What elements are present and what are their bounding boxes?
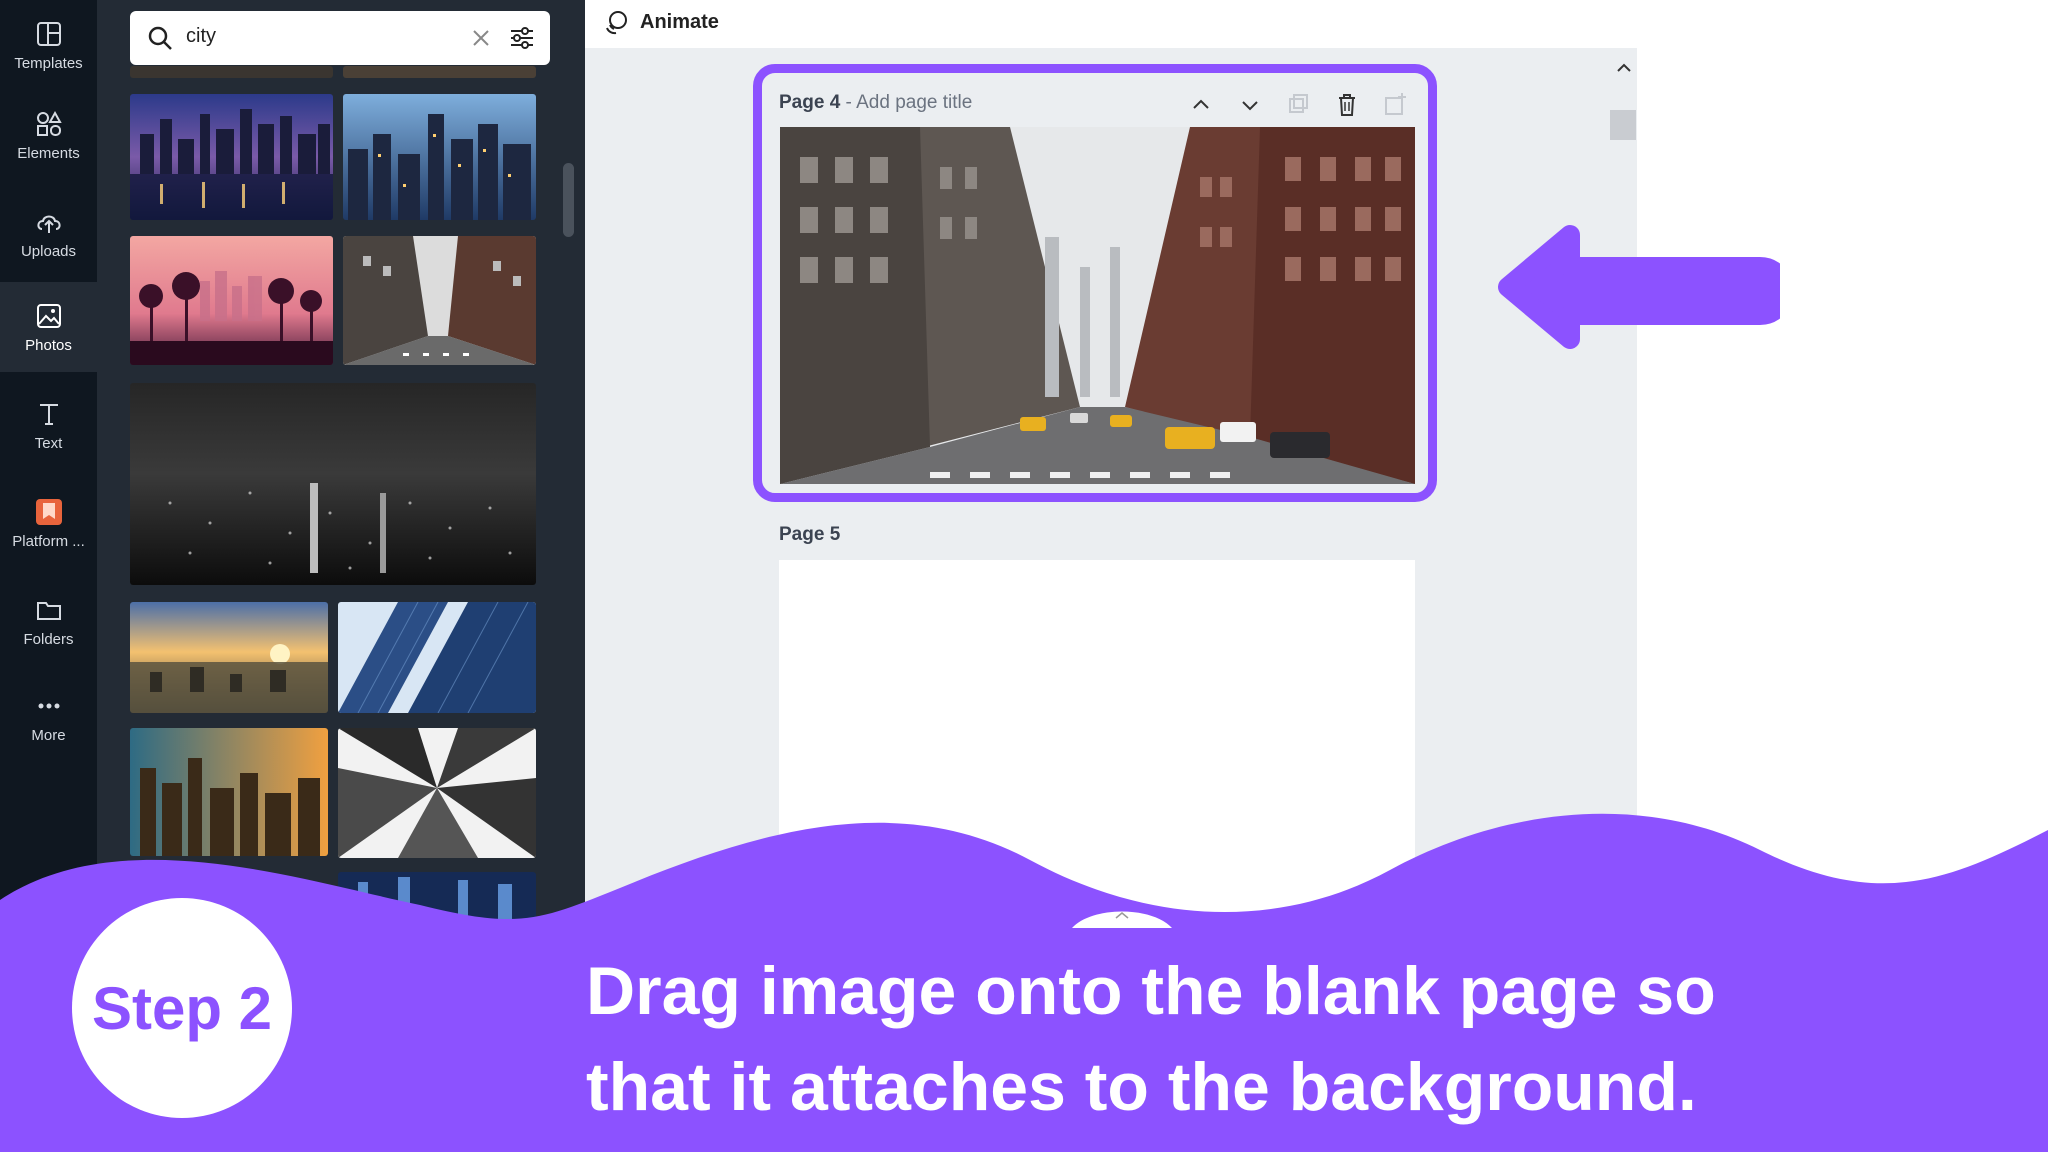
move-page-up-icon[interactable] (1186, 90, 1216, 120)
delete-page-icon[interactable] (1332, 90, 1362, 120)
text-icon (39, 403, 58, 425)
photo-thumbnail[interactable] (338, 602, 536, 713)
photos-icon (36, 303, 61, 328)
animate-button[interactable]: Animate (602, 8, 719, 36)
rail-item-templates[interactable]: Templates (0, 0, 97, 90)
rail-label-folders: Folders (23, 630, 74, 648)
page-scroll-handle[interactable] (1072, 898, 1172, 928)
photo-thumbnail[interactable] (130, 236, 333, 365)
duplicate-page-icon[interactable] (1283, 90, 1313, 120)
tutorial-caption: Drag image onto the blank page so that i… (586, 943, 1986, 1135)
rail-item-text[interactable]: Text (0, 380, 97, 470)
caption-line-2: that it attaches to the background. (586, 1049, 1697, 1125)
add-page-icon[interactable] (1380, 90, 1410, 120)
scroll-up-icon[interactable] (1614, 58, 1634, 78)
rail-item-more[interactable]: More (0, 672, 97, 762)
animate-icon (606, 11, 627, 35)
rail-item-elements[interactable]: Elements (0, 90, 97, 180)
photo-thumbnail[interactable] (343, 94, 536, 220)
step-badge: Step 2 (72, 898, 292, 1118)
rail-item-uploads[interactable]: Uploads (0, 188, 97, 278)
step-label: Step 2 (91, 974, 273, 1042)
photo-thumbnail[interactable] (343, 66, 536, 78)
search-icon (148, 26, 172, 50)
move-page-down-icon[interactable] (1235, 90, 1265, 120)
rail-label-platform: Platform ... (12, 532, 85, 550)
page-4-title[interactable]: Page 4 - Add page title (779, 92, 972, 114)
photo-thumbnail[interactable] (130, 602, 328, 713)
rail-label-photos: Photos (25, 336, 72, 354)
page-5-title[interactable]: Page 5 (779, 524, 840, 546)
photo-thumbnail[interactable] (130, 94, 333, 220)
search-input[interactable]: city (186, 25, 216, 48)
search-box[interactable]: city (130, 11, 550, 65)
photo-thumbnail[interactable] (343, 236, 536, 365)
filter-icon[interactable] (508, 24, 536, 52)
upload-icon (36, 215, 61, 233)
caption-line-1: Drag image onto the blank page so (586, 953, 1716, 1029)
elements-icon (36, 110, 62, 136)
photo-thumbnail[interactable] (130, 383, 536, 585)
scroll-down-icon[interactable] (1614, 864, 1634, 884)
rail-item-platform[interactable]: Platform ... (0, 478, 97, 568)
rail-label-elements: Elements (17, 144, 80, 162)
editor-toolbar: Animate (585, 0, 2048, 48)
photo-thumbnail[interactable] (130, 728, 328, 856)
rail-item-folders[interactable]: Folders (0, 576, 97, 666)
rail-item-photos[interactable]: Photos (0, 282, 97, 372)
photo-thumbnail[interactable] (130, 66, 333, 78)
page-4-street-photo[interactable] (780, 127, 1415, 484)
clear-search-icon[interactable] (467, 24, 495, 52)
rail-label-templates: Templates (14, 54, 83, 72)
rail-label-uploads: Uploads (20, 242, 77, 260)
rail-label-text: Text (34, 434, 63, 452)
panel-scrollbar[interactable] (563, 163, 574, 237)
templates-icon (36, 21, 61, 46)
rail-label-more: More (31, 726, 66, 744)
photo-thumbnail[interactable] (338, 872, 536, 922)
pointer-arrow-icon (1498, 225, 1780, 349)
folder-icon (36, 601, 61, 620)
platform-icon (35, 498, 62, 525)
animate-label: Animate (640, 10, 719, 33)
photo-thumbnail[interactable] (338, 728, 536, 858)
more-icon (38, 703, 59, 708)
editor-scrollbar[interactable] (1610, 110, 1636, 140)
